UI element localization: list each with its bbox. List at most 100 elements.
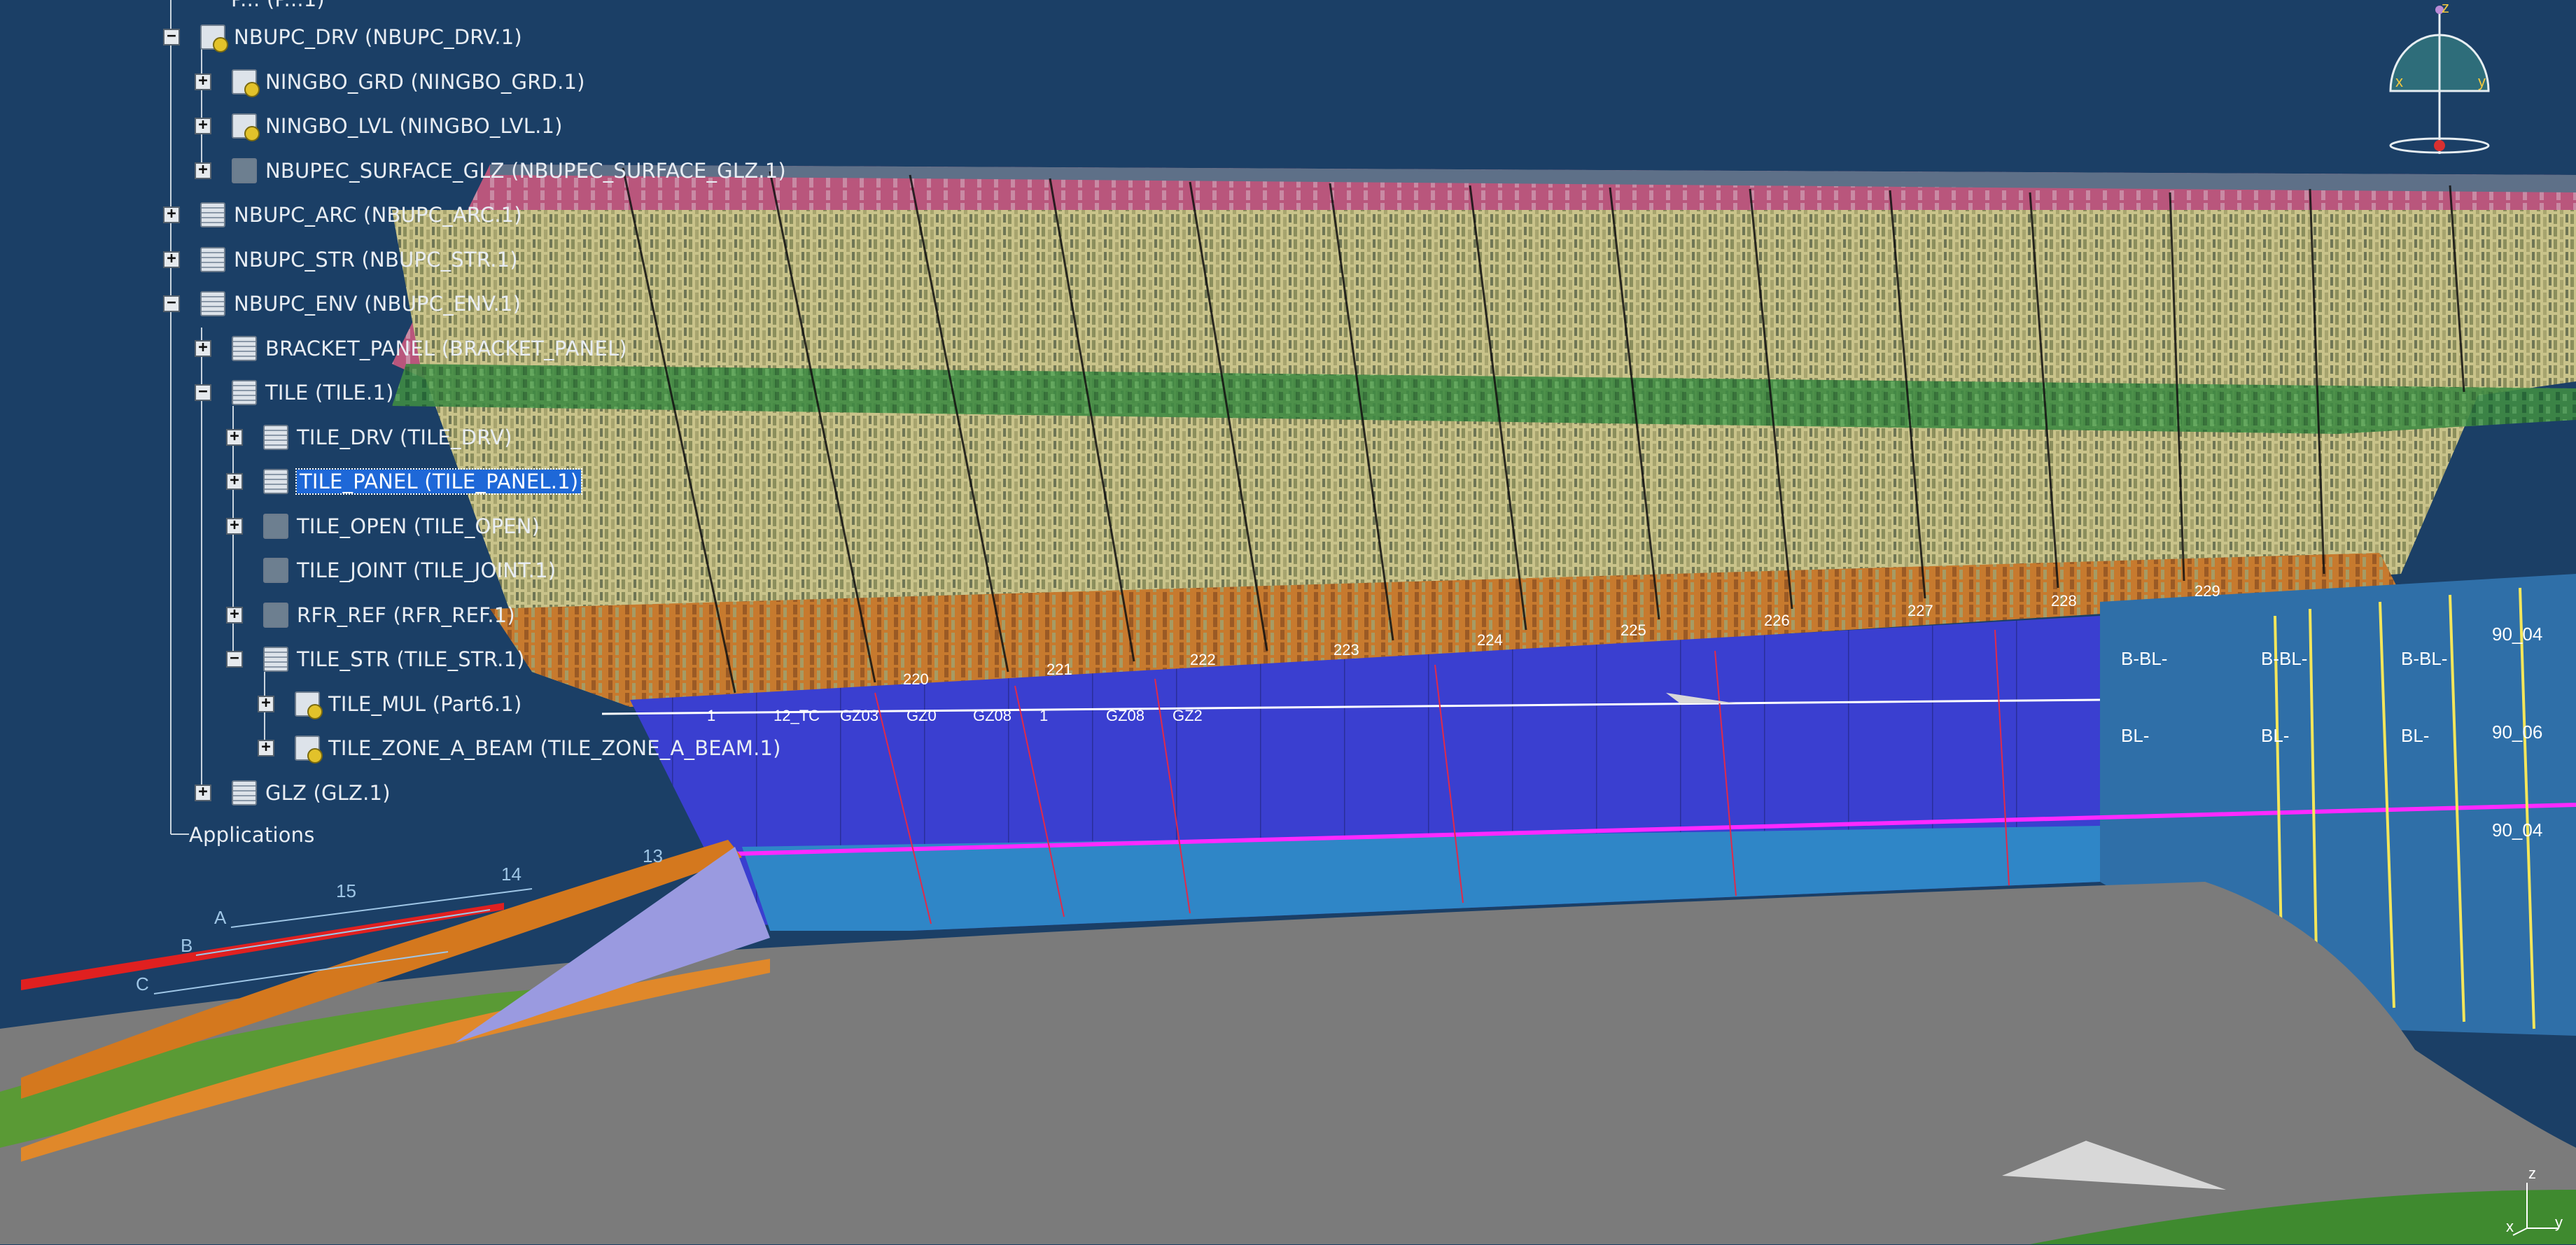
tree-node-label: TILE (TILE.1) <box>265 381 394 405</box>
strip-code: 12_TC <box>774 707 820 724</box>
surface-icon <box>263 558 288 583</box>
product-icon <box>200 247 225 272</box>
left-axis-c: C <box>136 973 149 994</box>
tree-node-label: TILE_STR (TILE_STR.1) <box>297 647 525 671</box>
tree-node-label: NINGBO_GRD (NINGBO_GRD.1) <box>265 70 585 94</box>
part-icon <box>232 113 260 141</box>
panel-tag: B-BL- <box>2401 648 2447 669</box>
tree-node-label: GLZ (GLZ.1) <box>265 781 391 805</box>
left-axis-b: B <box>181 935 192 956</box>
tree-partial-top-node[interactable]: P... (P...1) <box>231 0 325 15</box>
tree-node-label: TILE_JOINT (TILE_JOINT.1) <box>297 558 556 582</box>
grid-label: 227 <box>1907 602 1933 619</box>
product-icon <box>232 380 257 405</box>
tree-toggle-icon[interactable]: + <box>258 696 274 712</box>
tree-node[interactable]: NINGBO_GRD (NINGBO_GRD.1) <box>232 66 585 98</box>
product-icon <box>263 647 288 672</box>
tree-node[interactable]: TILE_OPEN (TILE_OPEN) <box>263 510 540 542</box>
tree-node-label: NBUPEC_SURFACE_GLZ (NBUPEC_SURFACE_GLZ.1… <box>265 159 786 183</box>
panel-tag: BL- <box>2261 725 2289 746</box>
tree-toggle-icon[interactable]: + <box>195 785 211 801</box>
tree-toggle-icon[interactable]: + <box>163 206 180 223</box>
tree-node[interactable]: NBUPEC_SURFACE_GLZ (NBUPEC_SURFACE_GLZ.1… <box>232 155 786 187</box>
product-icon <box>263 425 288 450</box>
product-icon <box>232 780 257 806</box>
surface-icon <box>263 603 288 628</box>
tree-node[interactable]: NBUPC_ARC (NBUPC_ARC.1) <box>200 199 522 231</box>
part-icon <box>295 736 323 764</box>
tree-node[interactable]: RFR_REF (RFR_REF.1) <box>263 599 515 631</box>
tree-node[interactable]: TILE_ZONE_A_BEAM (TILE_ZONE_A_BEAM.1) <box>295 732 781 764</box>
tree-node[interactable]: BRACKET_PANEL (BRACKET_PANEL) <box>232 332 627 365</box>
tree-node-label: NBUPC_ENV (NBUPC_ENV.1) <box>234 292 522 316</box>
strip-code: GZ0 <box>906 707 937 724</box>
tree-node[interactable]: TILE_PANEL (TILE_PANEL.1) <box>263 465 583 498</box>
tree-node-label: BRACKET_PANEL (BRACKET_PANEL) <box>265 337 627 360</box>
panel-tag: B-BL- <box>2121 648 2167 669</box>
strip-code: GZ08 <box>973 707 1011 724</box>
applications-label: Applications <box>189 823 315 847</box>
grid-label: 229 <box>2194 582 2220 600</box>
tree-toggle-icon[interactable]: + <box>195 73 211 90</box>
tree-toggle-icon[interactable]: − <box>163 29 180 45</box>
specification-tree: P... (P...1) − NBUPC_DRV (NBUPC_DRV.1) + NI… <box>0 0 786 868</box>
axis-x-label: x <box>2506 1218 2514 1235</box>
tree-node[interactable]: NBUPC_ENV (NBUPC_ENV.1) <box>200 288 521 320</box>
product-icon <box>263 469 288 494</box>
surface-icon <box>263 514 288 539</box>
tree-node-label: TILE_DRV (TILE_DRV) <box>297 425 512 449</box>
grid-label: 226 <box>1764 612 1790 629</box>
compass-z-label: z <box>2442 0 2449 16</box>
tree-toggle-icon[interactable]: − <box>226 651 243 668</box>
product-icon <box>232 336 257 361</box>
grid-label: 222 <box>1190 651 1216 668</box>
panel-tag: BL- <box>2401 725 2429 746</box>
grid-label: 224 <box>1477 631 1503 649</box>
tree-toggle-icon[interactable]: + <box>163 251 180 268</box>
tree-toggle-icon[interactable]: + <box>195 340 211 357</box>
grid-label: 228 <box>2051 592 2077 610</box>
product-icon <box>200 202 225 227</box>
tree-toggle-icon[interactable]: + <box>226 607 243 624</box>
tree-node[interactable]: TILE_JOINT (TILE_JOINT.1) <box>263 554 556 586</box>
tree-node-label: NBUPC_STR (NBUPC_STR.1) <box>234 248 518 272</box>
part-icon <box>200 24 228 52</box>
tree-node[interactable]: GLZ (GLZ.1) <box>232 777 391 809</box>
tree-node[interactable]: NBUPC_STR (NBUPC_STR.1) <box>200 244 518 276</box>
product-icon <box>200 291 225 316</box>
grid-label: 221 <box>1046 661 1072 678</box>
axis-z-label: z <box>2528 1165 2536 1182</box>
tree-toggle-icon[interactable]: + <box>226 518 243 535</box>
tree-node[interactable]: NBUPC_DRV (NBUPC_DRV.1) <box>200 21 522 53</box>
tree-node-label: NBUPC_ARC (NBUPC_ARC.1) <box>234 203 522 227</box>
tree-node-label: NBUPC_DRV (NBUPC_DRV.1) <box>234 25 522 49</box>
axis-y-label: y <box>2555 1214 2563 1231</box>
tree-toggle-icon[interactable]: + <box>195 118 211 134</box>
panel-tag: B-BL- <box>2261 648 2307 669</box>
tree-toggle-icon[interactable]: + <box>258 740 274 757</box>
tree-node[interactable]: TILE_DRV (TILE_DRV) <box>263 421 512 453</box>
tree-partial-top-label: P... (P...1) <box>231 0 325 11</box>
tree-toggle-icon[interactable]: + <box>226 473 243 490</box>
compass-icon[interactable]: z x y <box>2380 0 2499 161</box>
compass-y-label: y <box>2478 73 2486 90</box>
tree-node-label: TILE_MUL (Part6.1) <box>328 692 522 716</box>
tree-node[interactable]: TILE_MUL (Part6.1) <box>295 688 522 720</box>
strip-code: GZ08 <box>1106 707 1144 724</box>
part-icon <box>232 69 260 97</box>
panel-tag: BL- <box>2121 725 2149 746</box>
tree-toggle-icon[interactable]: − <box>163 295 180 312</box>
left-number-15: 15 <box>336 880 356 901</box>
grid-label: 223 <box>1334 641 1359 659</box>
tree-node[interactable]: TILE_STR (TILE_STR.1) <box>263 643 525 675</box>
tree-node[interactable]: TILE (TILE.1) <box>232 377 394 409</box>
tree-node[interactable]: NINGBO_LVL (NINGBO_LVL.1) <box>232 110 563 142</box>
panel-tag-code: 90_04 <box>2492 624 2542 645</box>
tree-toggle-icon[interactable]: + <box>226 429 243 446</box>
compass-x-label: x <box>2395 73 2403 90</box>
applications-node[interactable]: Applications <box>189 819 315 851</box>
axis-triad-icon: z x y <box>2506 1165 2563 1236</box>
part-icon <box>295 691 323 719</box>
tree-toggle-icon[interactable]: + <box>195 162 211 179</box>
tree-toggle-icon[interactable]: − <box>195 384 211 401</box>
